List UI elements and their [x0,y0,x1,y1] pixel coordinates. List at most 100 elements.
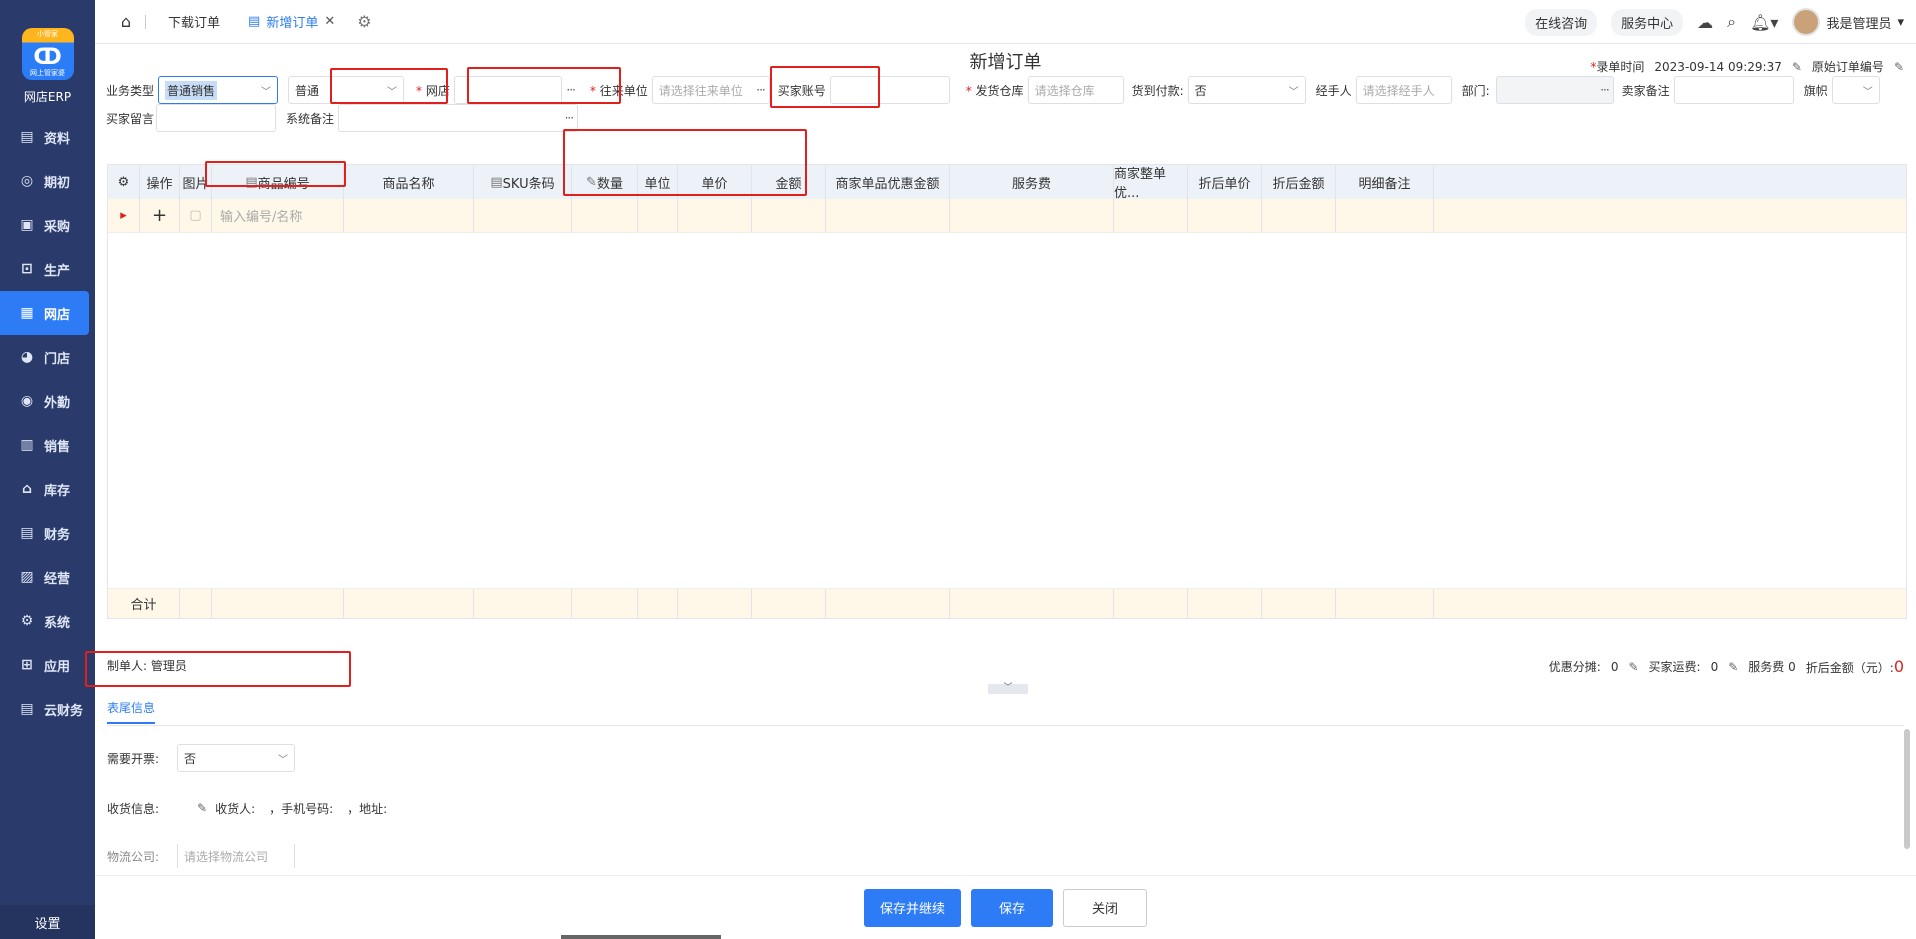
table-row[interactable]: ▸ + ▢ 输入编号/名称 [108,199,1906,233]
image-icon[interactable]: ▢ [180,199,212,232]
sidebar-item-label: 云财务 [44,703,84,719]
summary-bar: 制单人: 管理员 优惠分摊: 0 ✎ 买家运费: 0 ✎ 服务费 0 折后金额（… [107,657,1904,676]
total-cell [1114,589,1188,618]
table-cell[interactable] [950,199,1114,232]
table-cell[interactable] [474,199,572,232]
item-code-input[interactable]: 输入编号/名称 [212,199,344,232]
sidebar-item-12[interactable]: ⊞ 应用 [0,643,95,687]
total-cell [638,589,678,618]
tab-tail-info[interactable]: 表尾信息 [107,699,156,724]
shop-input[interactable]: ··· [453,76,576,104]
sys-note-input[interactable]: ··· [338,104,579,132]
buyer-msg-input[interactable] [156,104,277,132]
save-button[interactable]: 保存 [970,888,1053,927]
seller-note-input[interactable] [1673,76,1794,104]
biz-type-select[interactable]: 普通销售 ﹀ [158,76,279,104]
collapse-toggle[interactable]: ﹀ [988,684,1028,694]
logistics-input[interactable]: 请选择物流公司 [177,844,295,868]
warehouse-label: * 发货仓库 [965,83,1024,98]
sidebar-item-9[interactable]: ▤ 财务 [0,511,95,555]
sidebar-item-7[interactable]: ▥ 销售 [0,423,95,467]
cart-icon: ▣ [20,217,34,233]
table-cell[interactable] [638,199,678,232]
bell-icon[interactable]: 🔔︎▾ [1750,13,1778,32]
table-cell[interactable] [1188,199,1262,232]
cod-select[interactable]: 否 ﹀ [1187,76,1306,104]
close-button[interactable]: 关闭 [1063,888,1148,927]
dept-input[interactable]: ··· [1495,76,1614,104]
flag-select[interactable]: ﹀ [1831,76,1880,104]
pie-icon: ◕ [20,349,34,365]
save-continue-button[interactable]: 保存并继续 [863,888,961,927]
handler-placeholder: 请选择经手人 [1362,83,1435,98]
close-icon[interactable]: ✕ [324,14,335,29]
warehouse-input[interactable]: 请选择仓库 [1027,76,1124,104]
biz-subtype-select[interactable]: 普通 ﹀ [288,76,405,104]
grid-total-row: 合计 [108,588,1906,618]
buyer-account-input[interactable] [829,76,950,104]
column-header: 明细备注 [1336,165,1434,199]
edit-icon[interactable]: ✎ [197,801,207,815]
total-cell [180,589,212,618]
receiver-addr-label: ，地址: [347,801,388,816]
edit-icon[interactable]: ✎ [1728,660,1738,674]
more-icon[interactable]: ··· [566,83,576,97]
table-cell[interactable] [1114,199,1188,232]
discount-value: 0 [1610,659,1619,674]
column-header: 商家整单优... [1114,165,1188,201]
settings-button[interactable]: 设置 [0,905,95,939]
sidebar-item-3[interactable]: ⊡ 生产 [0,247,95,291]
compass-icon: ◉ [20,393,34,409]
add-row-icon[interactable]: + [140,199,180,232]
table-cell[interactable] [344,199,474,232]
user-menu[interactable]: 我是管理员 ▾ [1792,8,1904,36]
sidebar-item-6[interactable]: ◉ 外勤 [0,379,95,423]
online-consult-button[interactable]: 在线咨询 [1525,8,1598,36]
edit-icon[interactable]: ✎ [1628,660,1638,674]
scrollbar[interactable] [1904,729,1910,849]
service-center-button[interactable]: 服务中心 [1611,8,1684,36]
search-icon[interactable]: ⌕ [1727,12,1736,32]
more-icon[interactable]: ··· [565,111,575,125]
column-header-label: 商家整单优... [1114,167,1167,201]
table-cell[interactable] [752,199,826,232]
home-icon[interactable]: ⌂ [115,11,137,33]
table-cell[interactable] [1262,199,1336,232]
logistics-label: 物流公司: [107,849,160,864]
column-header-label: 商品编号 [257,176,310,192]
buyer-msg-label: 买家留言 [106,111,155,126]
handler-input[interactable]: 请选择经手人 [1355,76,1452,104]
creator-value: 管理员 [150,659,187,673]
edit-icon[interactable]: ✎ [1792,60,1802,74]
sidebar-item-2[interactable]: ▣ 采购 [0,203,95,247]
biz-type-label: 业务类型 [106,83,155,98]
tab-new-order[interactable]: ▤ 新增订单 ✕ [234,0,349,44]
partner-input[interactable]: 请选择往来单位 ··· [651,76,770,104]
edit-icon[interactable]: ✎ [1894,60,1904,74]
more-icon[interactable]: ··· [756,83,766,97]
cloud-download-icon[interactable]: ☁ [1697,13,1713,32]
invoice-select[interactable]: 否 ﹀ [177,744,295,772]
sidebar-item-13[interactable]: ▤ 云财务 [0,687,95,731]
sidebar-item-8[interactable]: ⌂ 库存 [0,467,95,511]
sidebar-item-4[interactable]: ▦ 网店 [0,291,89,335]
horizontal-scrollbar[interactable] [561,935,721,939]
sidebar-item-0[interactable]: ▤ 资料 [0,115,95,159]
chevron-down-icon: ﹀ [261,86,272,98]
more-icon[interactable]: ··· [1600,83,1610,97]
table-cell[interactable] [678,199,752,232]
sidebar-item-5[interactable]: ◕ 门店 [0,335,95,379]
tab-label: 新增订单 [266,16,319,31]
sidebar-item-10[interactable]: ▨ 经营 [0,555,95,599]
table-cell[interactable] [572,199,638,232]
tab-download-orders[interactable]: 下载订单 [154,0,234,44]
document-icon: ▤ [20,129,34,145]
column-settings-icon[interactable]: ⚙ [108,165,140,199]
table-cell[interactable] [826,199,950,232]
gear-icon[interactable]: ⚙ [357,12,371,31]
sidebar-item-1[interactable]: ◎ 期初 [0,159,95,203]
app-logo: 小管家 ↀ 网上管家婆 网店ERP [0,0,95,105]
totals: 优惠分摊: 0 ✎ 买家运费: 0 ✎ 服务费 0 折后金额（元）:0 [1549,657,1904,676]
table-cell[interactable] [1336,199,1434,232]
sidebar-item-11[interactable]: ⚙ 系统 [0,599,95,643]
